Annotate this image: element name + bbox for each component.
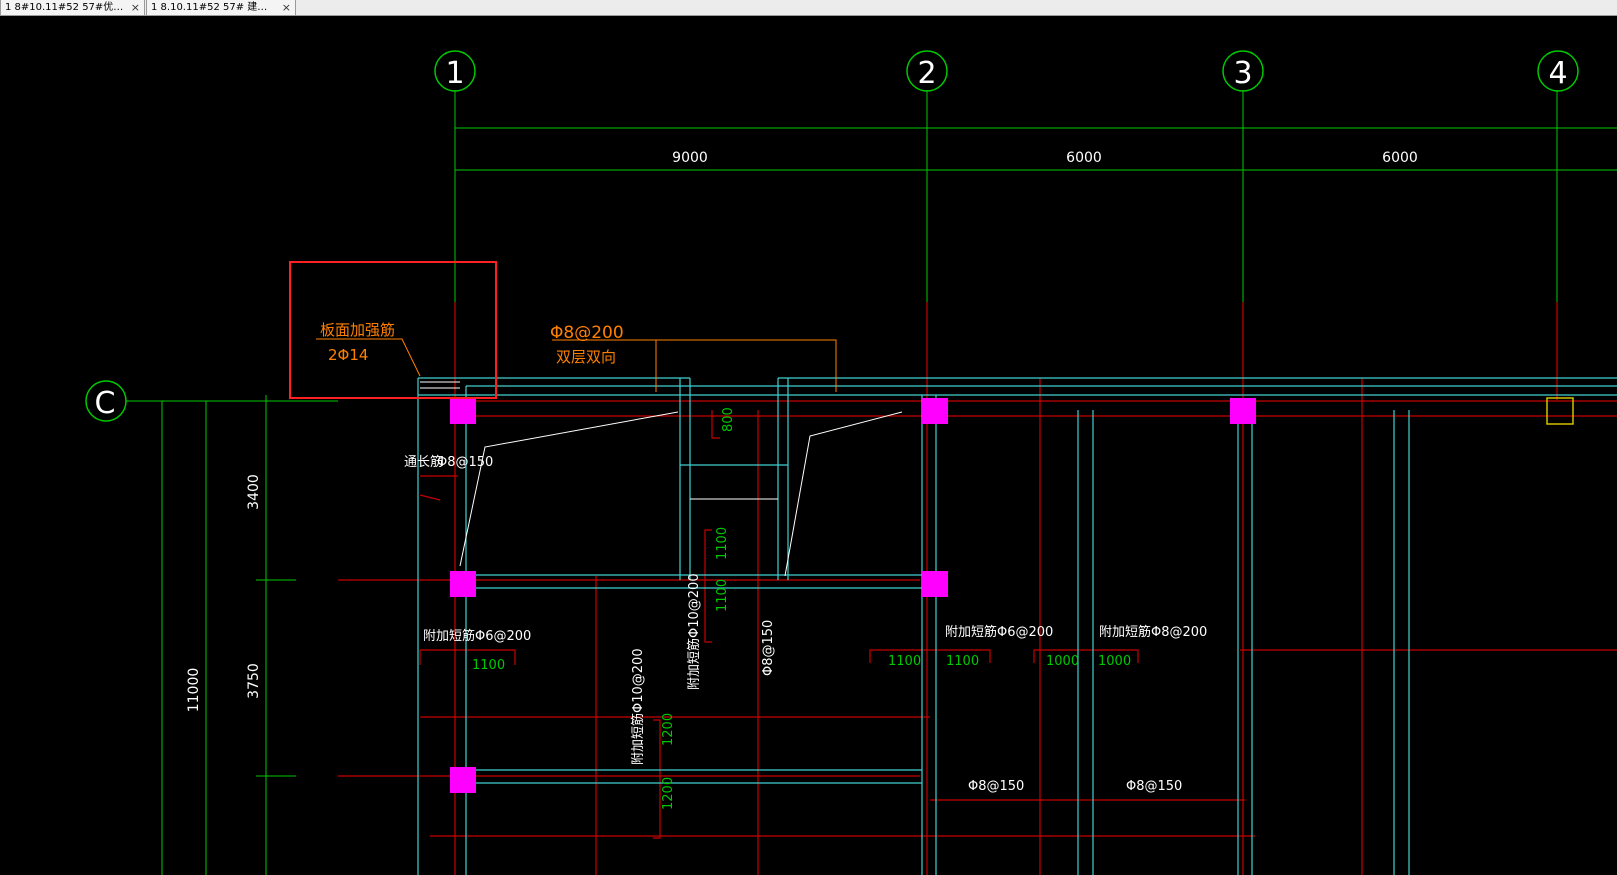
document-tab-bar: 1 8#10.11#52 57#优… × 1 8.10.11#52 57# 建……	[0, 0, 1617, 16]
len-mid2-right: 1000	[1098, 654, 1131, 669]
len-1200b: 1200	[661, 777, 676, 810]
close-icon[interactable]: ×	[131, 0, 140, 15]
rebar-annotations: 通长筋 Φ8@150 附加短筋Φ6@200 附加短筋Φ6@200 附加短筋Φ8@…	[404, 454, 1207, 794]
columns	[450, 397, 1574, 793]
add-bar-vert: 附加短筋Φ10@200	[686, 573, 702, 690]
column-c4[interactable]	[1546, 397, 1574, 425]
bottom-bar-2: Φ8@150	[1126, 779, 1182, 794]
corner-bar-note: Φ8@150	[437, 455, 493, 470]
dim-text-3750: 3750	[246, 663, 262, 699]
column-low-1[interactable]	[450, 767, 476, 793]
slab-rebar-spec: Φ8@200	[550, 323, 624, 343]
len-left-1100: 1100	[472, 658, 505, 673]
vert-bar-150: Φ8@150	[761, 620, 776, 676]
len-mid1-right: 1100	[946, 654, 979, 669]
bottom-bar-1: Φ8@150	[968, 779, 1024, 794]
add-bar-mid2: 附加短筋Φ8@200	[1099, 624, 1207, 640]
tab-drawing-2[interactable]: 1 8.10.11#52 57# 建… ×	[146, 0, 296, 16]
leader-lines	[420, 381, 903, 577]
len-1200a: 1200	[661, 713, 676, 746]
add-bar-vert2: 附加短筋Φ10@200	[630, 648, 646, 765]
axis-bubble-4[interactable]: 4	[1537, 50, 1579, 92]
axis-label-1: 1	[445, 56, 464, 91]
cad-drawing-canvas[interactable]: 1 2 3 4 C 9000 6000 6000 11000 3400 3750	[0, 16, 1617, 875]
highlight-line1: 板面加强筋	[320, 321, 395, 339]
axis-bubble-c[interactable]: C	[85, 380, 127, 422]
column-mid-2[interactable]	[922, 571, 948, 597]
dim-text-6000a: 6000	[1066, 150, 1102, 166]
column-c2[interactable]	[922, 398, 948, 424]
axis-grid-lines	[126, 90, 1617, 875]
axis-label-c: C	[95, 386, 116, 421]
column-c1[interactable]	[450, 398, 476, 424]
axis-label-2: 2	[917, 56, 936, 91]
len-1100a: 1100	[715, 527, 730, 560]
dim-text-11000: 11000	[186, 668, 202, 713]
tab-label: 1 8#10.11#52 57#优…	[5, 2, 124, 13]
add-bar-mid1: 附加短筋Φ6@200	[945, 624, 1053, 640]
axis-label-4: 4	[1548, 56, 1567, 91]
slab-rebar-note[interactable]: Φ8@200 双层双向	[550, 323, 837, 392]
column-c3[interactable]	[1230, 398, 1256, 424]
slab-rebar-note-text: 双层双向	[556, 348, 616, 366]
dim-text-9000: 9000	[672, 150, 708, 166]
add-bar-left: 附加短筋Φ6@200	[423, 628, 531, 644]
tab-label: 1 8.10.11#52 57# 建…	[151, 2, 268, 13]
len-800: 800	[721, 407, 736, 432]
axis-label-3: 3	[1233, 56, 1252, 91]
dim-text-6000b: 6000	[1382, 150, 1418, 166]
length-labels: 1100 1100 1100 1000 1000 800 1100 1100 1…	[472, 407, 1131, 810]
len-1100b: 1100	[715, 579, 730, 612]
dim-text-3400: 3400	[246, 474, 262, 510]
axis-bubble-2[interactable]: 2	[906, 50, 948, 92]
column-mid-1[interactable]	[450, 571, 476, 597]
axis-bubble-1[interactable]: 1	[434, 50, 476, 92]
highlight-line2: 2Φ14	[328, 346, 368, 364]
len-mid2-left: 1000	[1046, 654, 1079, 669]
close-icon[interactable]: ×	[282, 0, 291, 15]
axis-bubble-3[interactable]: 3	[1222, 50, 1264, 92]
len-mid1-left: 1100	[888, 654, 921, 669]
tab-drawing-1[interactable]: 1 8#10.11#52 57#优… ×	[0, 0, 145, 16]
